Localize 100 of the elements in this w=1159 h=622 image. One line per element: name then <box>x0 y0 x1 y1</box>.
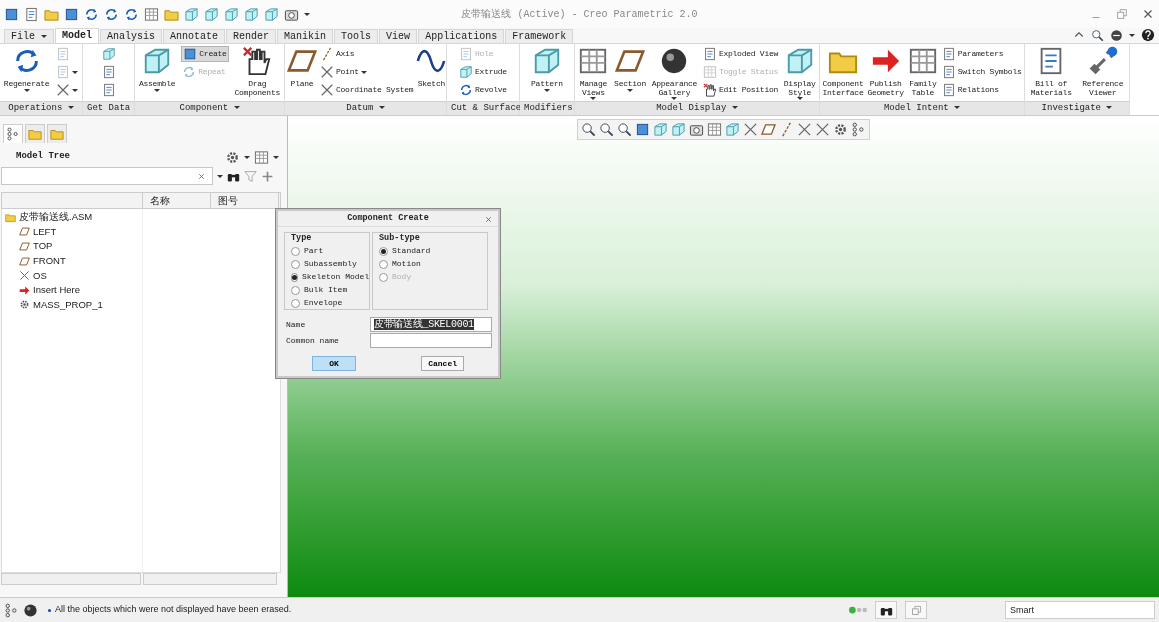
find-button[interactable] <box>875 601 897 619</box>
square-icon[interactable] <box>64 6 79 22</box>
restore-icon[interactable] <box>1115 7 1129 21</box>
text-field[interactable]: 皮带输送线_SKEL0001 <box>370 317 492 332</box>
text-field[interactable] <box>370 333 492 348</box>
plus-icon[interactable] <box>261 169 274 183</box>
ribbon-button[interactable]: Sketch <box>415 46 448 89</box>
zoom-icon[interactable] <box>617 122 632 137</box>
gear-icon[interactable] <box>833 122 848 137</box>
cube-icon[interactable] <box>224 6 239 22</box>
ribbon-button[interactable] <box>100 46 117 62</box>
ribbon-tab[interactable]: Tools <box>334 29 379 43</box>
help-icon[interactable] <box>1141 28 1155 42</box>
ribbon-tab[interactable]: Applications <box>418 29 505 43</box>
ribbon-tab[interactable]: Render <box>226 29 277 43</box>
ribbon-button[interactable]: Point <box>319 64 415 80</box>
square-icon[interactable] <box>4 6 19 22</box>
group-label[interactable]: Get Data <box>83 101 134 115</box>
scrollbar[interactable] <box>1 573 141 585</box>
camera-icon[interactable] <box>689 122 704 137</box>
ribbon-button[interactable] <box>55 82 80 98</box>
ribbon-button[interactable]: Axis <box>319 46 415 62</box>
ribbon-button[interactable]: Family Table <box>906 46 939 97</box>
zoom-icon[interactable] <box>599 122 614 137</box>
ribbon-button[interactable]: Plane <box>286 46 318 89</box>
ribbon-button[interactable]: Publish Geometry <box>866 46 905 97</box>
tree-item[interactable]: FRONT <box>2 253 142 269</box>
sphere-icon[interactable] <box>23 602 38 618</box>
ribbon-button[interactable]: Reference Viewer <box>1081 46 1125 97</box>
ribbon-tab[interactable]: File <box>4 29 54 43</box>
ribbon-button[interactable]: Drag Components <box>233 46 282 97</box>
ribbon-tab[interactable]: View <box>379 29 418 43</box>
ribbon-button[interactable]: Regenerate <box>2 46 51 92</box>
ribbon-button[interactable]: Pattern <box>530 46 564 92</box>
ribbon-button[interactable]: Extrude <box>458 64 508 80</box>
group-label[interactable]: Component <box>135 101 284 115</box>
ribbon-button[interactable]: Appearance Gallery <box>650 46 699 100</box>
table-icon[interactable] <box>144 6 159 22</box>
cube-icon[interactable] <box>653 122 668 137</box>
cube-icon[interactable] <box>264 6 279 22</box>
cube-icon[interactable] <box>204 6 219 22</box>
radio-option[interactable]: Envelope <box>291 296 369 310</box>
group-label[interactable]: Model Intent <box>820 101 1024 115</box>
refresh-icon[interactable] <box>84 6 99 22</box>
ribbon-button[interactable]: Manage Views <box>577 46 610 100</box>
tree-item[interactable]: LEFT <box>2 224 142 240</box>
group-label[interactable]: Cut & Surface <box>447 101 519 115</box>
tree-item[interactable]: 皮带输送线.ASM <box>2 210 142 225</box>
radio-option[interactable]: Part <box>291 244 369 258</box>
circle-icon[interactable] <box>1110 28 1123 42</box>
column-header[interactable]: 名称 <box>143 193 211 208</box>
ribbon-tab[interactable]: Annotate <box>163 29 226 43</box>
close-icon[interactable] <box>484 215 493 224</box>
group-label[interactable]: Model Display <box>575 101 819 115</box>
ribbon-button[interactable]: Component Interface <box>821 46 865 97</box>
filter-field[interactable]: Smart <box>1005 601 1155 619</box>
radio-option[interactable]: Bulk Item <box>291 283 369 297</box>
ribbon-tab[interactable]: Model <box>55 28 100 43</box>
zoom-icon[interactable] <box>1091 28 1104 42</box>
search-field[interactable] <box>1 167 213 185</box>
tree-item[interactable]: Insert Here <box>2 282 142 298</box>
panel-tab[interactable] <box>3 124 23 143</box>
radio-option[interactable]: Motion <box>379 257 487 271</box>
ribbon-button[interactable]: Assemble <box>137 46 177 92</box>
cross-icon[interactable] <box>797 122 812 137</box>
gear-icon[interactable] <box>225 149 240 165</box>
refresh-icon[interactable] <box>124 6 139 22</box>
ribbon-button[interactable]: Coordinate System <box>319 82 415 98</box>
nodes-icon[interactable] <box>4 602 19 618</box>
clear-icon[interactable] <box>197 172 206 181</box>
square-icon[interactable] <box>635 122 650 137</box>
cube-icon[interactable] <box>244 6 259 22</box>
ribbon-tab[interactable]: Manikin <box>277 29 334 43</box>
group-label[interactable]: Investigate <box>1025 101 1129 115</box>
ribbon-tab[interactable]: Framework <box>505 29 574 43</box>
ribbon-button[interactable]: Bill of Materials <box>1029 46 1073 97</box>
line-icon[interactable] <box>779 122 794 137</box>
ribbon-button[interactable]: Switch Symbols <box>940 64 1023 80</box>
cube-icon[interactable] <box>184 6 199 22</box>
group-label[interactable]: Datum <box>285 101 446 115</box>
ribbon-button[interactable]: Section <box>613 46 647 92</box>
plane-icon[interactable] <box>761 122 776 137</box>
ribbon-button[interactable]: Revolve <box>458 82 508 98</box>
table-icon[interactable] <box>707 122 722 137</box>
ribbon-button[interactable]: Relations <box>940 82 1023 98</box>
scrollbar[interactable] <box>143 573 277 585</box>
radio-option[interactable]: Subassembly <box>291 257 369 271</box>
ribbon-button[interactable]: Edit Position <box>701 82 780 98</box>
tree-item[interactable]: OS <box>2 268 142 283</box>
group-label[interactable]: Operations <box>0 101 82 115</box>
document-icon[interactable] <box>24 6 39 22</box>
tree-item[interactable]: TOP <box>2 239 142 254</box>
group-label[interactable]: Modifiers <box>520 101 574 115</box>
ribbon-button[interactable]: Display Style <box>782 46 817 100</box>
ribbon-button[interactable]: Create <box>181 46 229 62</box>
refresh-icon[interactable] <box>104 6 119 22</box>
radio-option[interactable]: Skeleton Model <box>291 270 369 284</box>
dialog-button[interactable]: OK <box>312 356 356 371</box>
cube-icon[interactable] <box>725 122 740 137</box>
ribbon-button[interactable]: Parameters <box>940 46 1023 62</box>
